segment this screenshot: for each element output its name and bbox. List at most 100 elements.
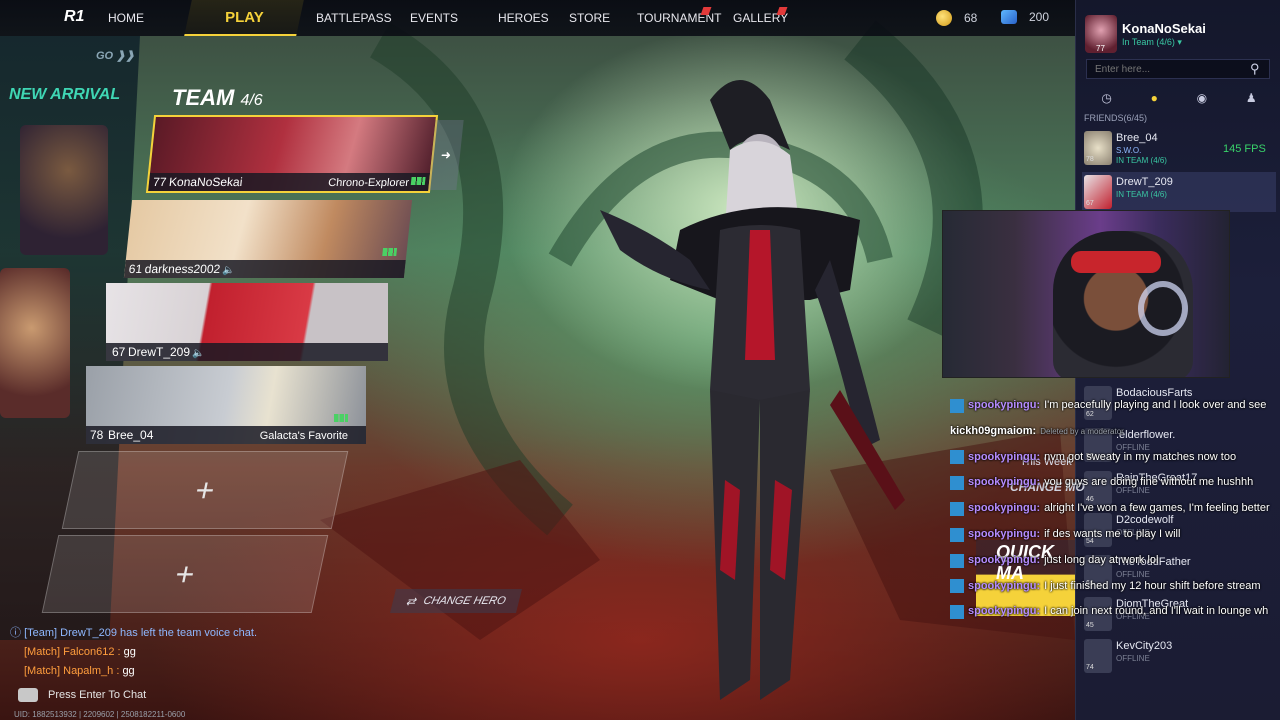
player-name: darkness2002 [144, 262, 221, 276]
nav-tournament[interactable]: TOURNAMENT [637, 0, 733, 36]
player-name: KonaNoSekai [168, 175, 244, 189]
player-level: 77 [152, 175, 168, 189]
team-count: 4/6 [240, 92, 263, 109]
game-chat-log: ⓘ [Team] DrewT_209 has left the team voi… [10, 624, 257, 681]
currency-gems[interactable]: 200 [1001, 10, 1049, 24]
chat-message: I just finished my 12 hour shift before … [1044, 579, 1261, 592]
change-hero-label: CHANGE HERO [422, 595, 508, 607]
friend-level: 74 [1086, 664, 1094, 671]
nav-store[interactable]: STORE [569, 0, 637, 36]
chat-match-tag: [Match] Napalm_h : [24, 665, 120, 677]
connection-icon [382, 248, 398, 256]
chat-line-match: [Match] Napalm_h : gg [10, 662, 257, 681]
speaker-icon: 🔈 [222, 265, 236, 276]
search-icon[interactable]: ⚲ [1250, 61, 1260, 77]
chat-user: spookypingu: [968, 579, 1041, 592]
chat-match-tag: [Match] Falcon612 : [24, 646, 121, 658]
add-teammate-button[interactable]: + [41, 535, 329, 613]
chat-input-prompt[interactable]: Press Enter To Chat [18, 688, 146, 702]
chat-user: spookypingu: [968, 450, 1041, 463]
chat-line-match: [Match] Falcon612 : gg [10, 643, 257, 662]
discord-icon[interactable]: ◉ [1197, 91, 1207, 105]
arrival-hero-portrait[interactable] [0, 268, 70, 418]
headphones [1138, 281, 1188, 336]
friend-name: KevCity203 [1116, 640, 1173, 652]
add-friend-icon[interactable]: ♟ [1246, 91, 1257, 105]
my-name: KonaNoSekai [1122, 21, 1206, 36]
arrival-hero-portrait[interactable] [20, 125, 108, 255]
player-name: DrewT_209 [128, 345, 191, 359]
nav-play[interactable]: PLAY [184, 0, 304, 36]
my-level: 77 [1096, 44, 1105, 53]
friends-tab-icon[interactable]: ● [1151, 91, 1158, 105]
my-status[interactable]: In Team (4/6) ▾ [1122, 37, 1182, 48]
stream-chat-line: spookypingu: I'm peacefully playing and I… [950, 393, 1280, 419]
team-slot-2[interactable]: 61 darkness2002 🔈 [123, 200, 413, 278]
change-hero-button[interactable]: ⇄ CHANGE HERO [390, 589, 522, 613]
connection-icon [334, 414, 348, 422]
nav-home[interactable]: HOME [108, 0, 188, 36]
stream-chat-line: kickh09gmaiom: Deleted by a moderator [950, 419, 1280, 445]
player-name: Bree_04 [108, 428, 154, 442]
stream-chat-line: spookypingu: I just finished my 12 hour s… [950, 574, 1280, 600]
chat-match-msg: gg [122, 665, 135, 677]
friend-row[interactable]: 67 DrewT_209 IN TEAM (4/6) [1082, 172, 1276, 212]
chat-team-text: [Team] DrewT_209 has left the team voice… [24, 627, 258, 639]
friend-search-input[interactable] [1086, 59, 1270, 79]
chat-message: you guys are doing fine without me hushh… [1044, 476, 1254, 489]
stream-chat-line: spookypingu: you guys are doing fine with… [950, 470, 1280, 496]
nav-battlepass[interactable]: BATTLEPASS [316, 0, 410, 36]
stream-chat-line: spookypingu: nvm got sweaty in my matches… [950, 445, 1280, 471]
nav-heroes[interactable]: HEROES [498, 0, 569, 36]
friend-status: IN TEAM (4/6) [1116, 190, 1167, 199]
team-slot-4[interactable]: 78 Bree_04 Galacta's Favorite [86, 366, 366, 444]
game-background: R1 HOME PLAY BATTLEPASS EVENTS HEROES ST… [0, 0, 1280, 720]
chat-message: Deleted by a moderator [1040, 426, 1124, 436]
hero-model [600, 80, 905, 700]
chat-message: I can join next round, and I'll wait in … [1044, 605, 1269, 618]
go-button[interactable]: GO ❱❱ [96, 49, 135, 62]
team-slot-3[interactable]: 67 DrewT_209 🔈 [106, 283, 388, 361]
friend-status: OFFLINE [1116, 654, 1150, 663]
uid-text: UID: 1882513932 | 2209602 | 2508182211-0… [14, 710, 186, 719]
gem-icon [1001, 10, 1017, 24]
gem-count: 200 [1029, 10, 1050, 24]
stream-chat-line: spookypingu: I can join next round, and I… [950, 599, 1280, 625]
chat-message: nvm got sweaty in my matches now too [1044, 450, 1237, 463]
chat-badge-icon [950, 398, 964, 413]
chat-user: spookypingu: [968, 502, 1041, 515]
nav-play-label: PLAY [224, 8, 264, 26]
chat-badge-icon [950, 502, 964, 517]
swap-icon: ⇄ [404, 595, 418, 608]
chat-message: I'm peacefully playing and I look over a… [1044, 399, 1267, 411]
currency-coins[interactable]: 68 [936, 10, 977, 26]
team-slot-1[interactable]: 77 KonaNoSekai Chrono-Explorer [145, 115, 439, 193]
friend-row[interactable]: 74 KevCity203 OFFLINE [1082, 636, 1276, 676]
chat-badge-icon [950, 527, 964, 542]
chat-message: alright I've won a few games, I'm feelin… [1044, 502, 1270, 515]
stream-chat-line: spookypingu: just long day at work lol [950, 548, 1280, 574]
player-level: 78 [90, 428, 104, 442]
chat-bubble-icon [18, 688, 38, 702]
fps-counter: 145 FPS [1223, 143, 1266, 155]
game-logo[interactable]: R1 [64, 8, 102, 28]
connection-icon [410, 177, 426, 185]
recent-icon[interactable]: ◷ [1101, 91, 1111, 105]
chat-user: spookypingu: [968, 553, 1041, 566]
chat-badge-icon [950, 450, 964, 465]
nav-gallery[interactable]: GALLERY [733, 0, 813, 36]
player-level: 61 [128, 262, 143, 276]
panel-tabs: ◷ ● ◉ ♟ [1082, 86, 1276, 110]
friend-row[interactable]: 78 Bree_04 S.W.O. IN TEAM (4/6) 145 FPS [1082, 128, 1276, 168]
new-arrival-title: NEW ARRIVAL [9, 86, 121, 103]
webcam-overlay [942, 210, 1230, 378]
friends-header: FRIENDS(6/45) [1084, 113, 1148, 123]
chat-user: spookypingu: [968, 399, 1041, 411]
chat-line-team: ⓘ [Team] DrewT_209 has left the team voi… [10, 624, 257, 643]
chat-badge-icon [950, 579, 964, 594]
friend-club: S.W.O. [1116, 146, 1142, 155]
friend-name: Bree_04 [1116, 132, 1158, 144]
nav-events[interactable]: EVENTS [410, 0, 498, 36]
add-teammate-button[interactable]: + [61, 451, 349, 529]
hero-name: Chrono-Explorer [327, 177, 410, 189]
